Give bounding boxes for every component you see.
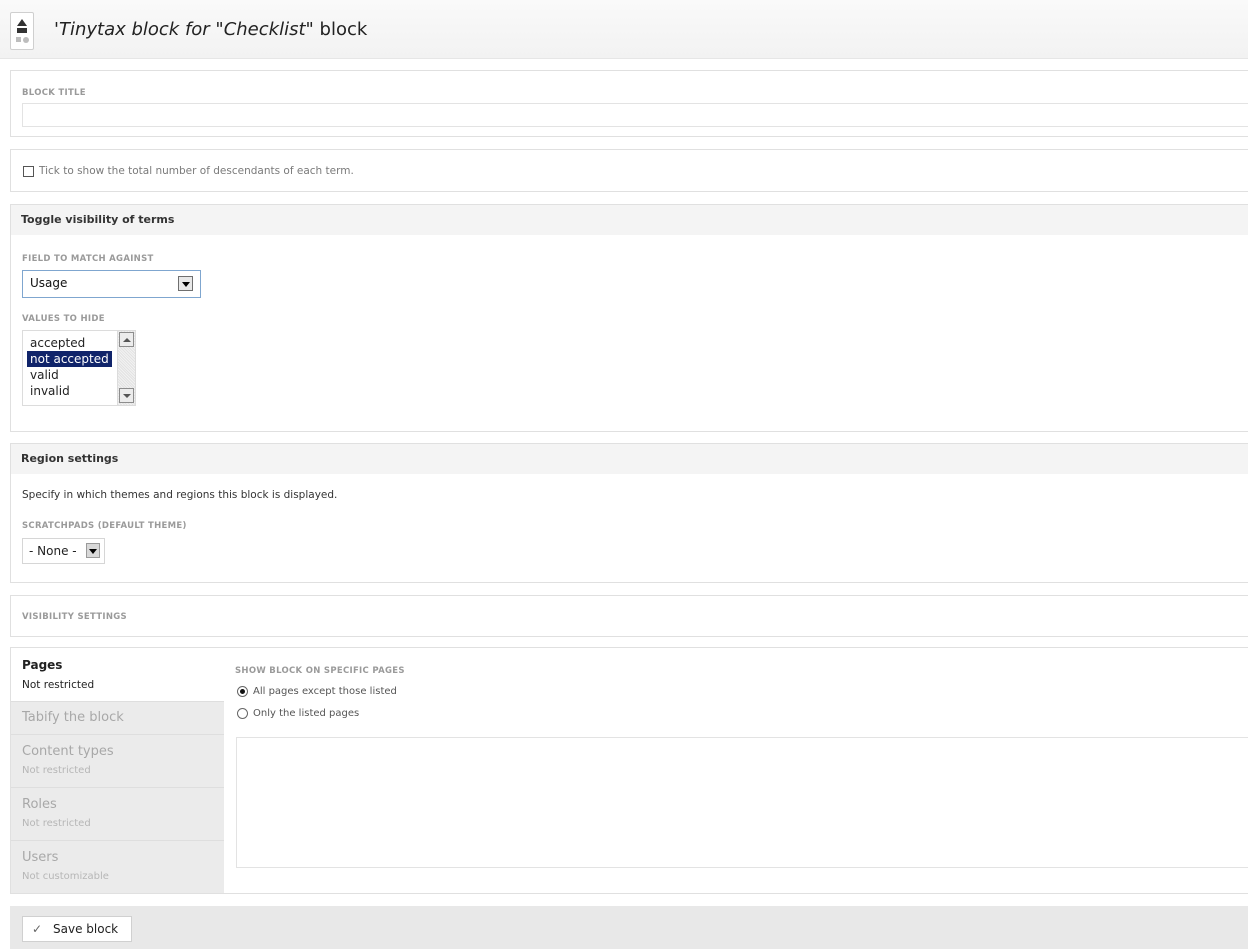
page-title-italic: 'Tinytax block for "Checklist" xyxy=(54,19,314,40)
scratchpads-region-select[interactable]: - None - xyxy=(22,538,105,564)
list-item[interactable]: valid xyxy=(27,367,62,383)
descendants-panel: Tick to show the total number of descend… xyxy=(10,149,1248,192)
tab-roles[interactable]: Roles Not restricted xyxy=(11,788,224,841)
tab-pages-summary: Not restricted xyxy=(22,679,95,691)
values-to-hide-label: Values to hide xyxy=(22,314,105,324)
show-block-on-pages-label: Show block on specific pages xyxy=(235,666,405,676)
field-to-match-value: Usage xyxy=(30,276,68,290)
visibility-settings-heading: Visibility settings xyxy=(22,612,127,622)
save-block-button[interactable]: ✓ Save block xyxy=(22,916,132,942)
field-to-match-select[interactable]: Usage xyxy=(22,270,201,298)
pages-textarea[interactable] xyxy=(236,737,1248,868)
tab-pages-title: Pages xyxy=(22,658,63,672)
block-title-label: Block title xyxy=(22,88,86,98)
visibility-vertical-tabs: Pages Not restricted Tabify the block Co… xyxy=(10,647,1248,894)
form-actions: ✓ Save block xyxy=(10,906,1248,949)
tab-tabify-title: Tabify the block xyxy=(22,710,124,725)
chevron-down-icon[interactable] xyxy=(86,543,100,558)
page-header: 'Tinytax block for "Checklist" block xyxy=(0,0,1248,59)
save-block-label: Save block xyxy=(53,922,119,936)
region-settings-heading: Region settings xyxy=(11,444,1248,474)
radio-all-pages-except[interactable] xyxy=(237,686,248,697)
visibility-settings-panel: Visibility settings xyxy=(10,595,1248,637)
toggle-visibility-heading: Toggle visibility of terms xyxy=(11,205,1248,235)
list-item-selected[interactable]: not accepted xyxy=(27,351,112,367)
tab-content-types-summary: Not restricted xyxy=(22,765,91,776)
block-title-panel: Block title xyxy=(10,70,1248,137)
checkmark-icon: ✓ xyxy=(32,922,43,936)
tab-roles-summary: Not restricted xyxy=(22,818,91,829)
scroll-up-icon[interactable] xyxy=(119,332,134,347)
field-to-match-label: Field to match against xyxy=(22,254,154,264)
tab-roles-title: Roles xyxy=(22,797,57,812)
toggle-visibility-panel: Toggle visibility of terms Field to matc… xyxy=(10,204,1248,432)
tab-users-summary: Not customizable xyxy=(22,871,109,882)
scratchpads-region-value: - None - xyxy=(29,544,77,558)
descendants-label: Tick to show the total number of descend… xyxy=(39,165,354,177)
block-title-input[interactable] xyxy=(22,103,1248,127)
region-settings-panel: Region settings Specify in which themes … xyxy=(10,443,1248,583)
page-title: 'Tinytax block for "Checklist" block xyxy=(54,19,367,40)
chevron-down-icon[interactable] xyxy=(178,276,193,291)
radio-only-listed-pages-label: Only the listed pages xyxy=(253,708,360,719)
tab-pages[interactable]: Pages Not restricted xyxy=(11,648,224,702)
tab-content-types[interactable]: Content types Not restricted xyxy=(11,735,224,788)
list-item[interactable]: invalid xyxy=(27,383,73,399)
descendants-checkbox[interactable] xyxy=(23,166,34,177)
values-to-hide-listbox[interactable]: accepted not accepted valid invalid xyxy=(22,330,136,406)
listbox-scrollbar[interactable] xyxy=(117,331,135,405)
tab-users[interactable]: Users Not customizable xyxy=(11,841,224,893)
tab-content-types-title: Content types xyxy=(22,744,114,759)
tab-users-title: Users xyxy=(22,850,59,865)
radio-all-pages-except-label: All pages except those listed xyxy=(253,686,397,697)
radio-only-listed-pages[interactable] xyxy=(237,708,248,719)
scroll-down-icon[interactable] xyxy=(119,388,134,403)
scratchpads-theme-label: Scratchpads (default theme) xyxy=(22,521,187,531)
tab-tabify-block[interactable]: Tabify the block xyxy=(11,702,224,735)
block-icon xyxy=(10,12,34,50)
list-item[interactable]: accepted xyxy=(27,335,88,351)
region-settings-description: Specify in which themes and regions this… xyxy=(22,489,338,501)
page-title-rest: block xyxy=(313,19,368,40)
